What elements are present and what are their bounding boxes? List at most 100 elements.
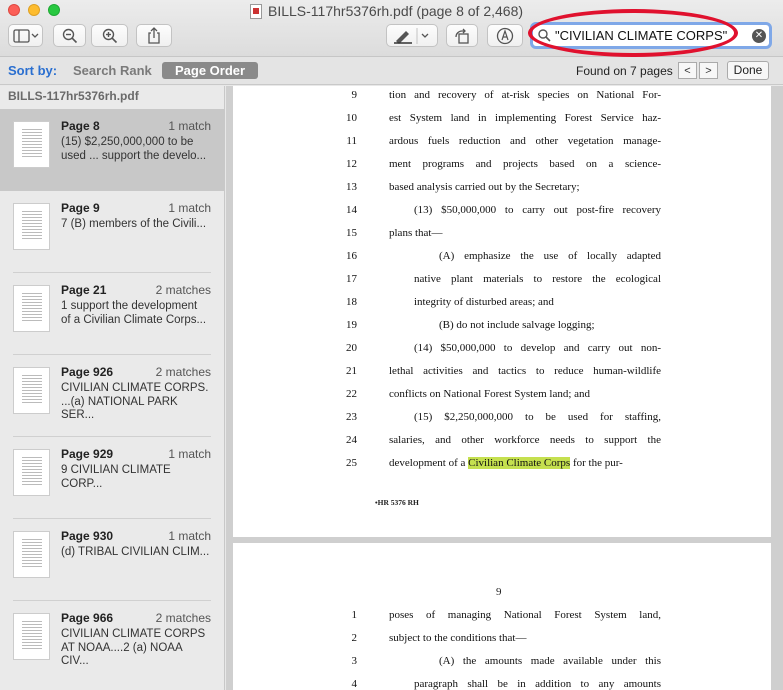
page-footer: •HR 5376 RH xyxy=(375,498,419,507)
close-window-button[interactable] xyxy=(8,4,20,16)
result-snippet: (d) TRIBAL CIVILIAN CLIM... xyxy=(61,546,211,560)
line-number: 10 xyxy=(346,112,357,124)
line-text: ardous fuels reduction and other vegetat… xyxy=(389,135,661,147)
sidebar-icon xyxy=(12,28,38,43)
line-text: poses of managing National Forest System… xyxy=(389,609,661,621)
rotate-button[interactable] xyxy=(446,24,478,47)
line-text: ment programs and projects based on a sc… xyxy=(389,158,661,170)
page-thumbnail xyxy=(13,121,50,168)
line-number: 2 xyxy=(351,632,358,644)
text-line: 16 (A) emphasize the use of locally adapt… xyxy=(233,250,771,265)
search-result[interactable]: Page 966 2 matches CIVILIAN CLIMATE CORP… xyxy=(0,601,224,683)
done-button[interactable]: Done xyxy=(727,61,769,80)
line-number: 1 xyxy=(351,609,358,621)
line-text: (A) emphasize the use of locally adapted xyxy=(439,250,661,262)
result-match-count: 2 matches xyxy=(155,365,211,379)
sort-page-order-button[interactable]: Page Order xyxy=(162,62,259,79)
previous-result-button[interactable]: < xyxy=(678,62,697,79)
line-text: development of a Civilian Climate Corps … xyxy=(389,457,661,469)
line-number: 4 xyxy=(351,678,358,690)
share-icon xyxy=(148,27,160,44)
text-line: 23 (15) $2,250,000,000 to be used for sta… xyxy=(233,411,771,426)
zoom-out-icon xyxy=(62,28,77,43)
text-line: 14 (13) $50,000,000 to carry out post-fir… xyxy=(233,204,771,219)
text-line: 17 native plant materials to restore the … xyxy=(233,273,771,288)
next-result-button[interactable]: > xyxy=(699,62,718,79)
line-text: lethal activities and tactics to reduce … xyxy=(389,365,661,377)
window-title: BILLS-117hr5376rh.pdf (page 8 of 2,468) xyxy=(268,3,524,19)
sort-by-label: Sort by: xyxy=(8,63,58,78)
line-text: native plant materials to restore the ec… xyxy=(414,273,661,285)
page-thumbnail xyxy=(13,285,50,332)
document-view[interactable]: 9 tion and recovery of at-risk species on… xyxy=(226,86,783,690)
result-snippet: CIVILIAN CLIMATE CORPS. ...(a) NATIONAL … xyxy=(61,382,211,423)
highlight-button[interactable] xyxy=(386,24,438,47)
result-navigation: < > xyxy=(678,62,718,79)
toolbar: BILLS-117hr5376rh.pdf (page 8 of 2,468) xyxy=(0,0,783,57)
line-number: 21 xyxy=(346,365,357,377)
page-thumbnail xyxy=(13,531,50,578)
sidebar-view-button[interactable] xyxy=(8,24,43,47)
result-page: Page 930 xyxy=(61,529,114,543)
search-result[interactable]: Page 930 1 match (d) TRIBAL CIVILIAN CLI… xyxy=(0,519,224,601)
share-button[interactable] xyxy=(136,24,172,47)
zoom-out-button[interactable] xyxy=(53,24,86,47)
line-text: conflicts on National Forest System land… xyxy=(389,388,591,400)
result-page: Page 929 xyxy=(61,447,114,461)
line-number: 16 xyxy=(346,250,357,262)
text-line: 10 est System land in implementing Forest… xyxy=(233,112,771,127)
search-highlight: Civilian Climate Corps xyxy=(468,457,571,469)
search-result[interactable]: Page 21 2 matches 1 support the developm… xyxy=(0,273,224,355)
line-text: (14) $50,000,000 to develop and carry ou… xyxy=(414,342,661,354)
text-line: 4 paragraph shall be in addition to any a… xyxy=(233,678,771,690)
line-text: subject to the conditions that— xyxy=(389,632,527,644)
page-thumbnail xyxy=(13,613,50,660)
line-number: 13 xyxy=(346,181,357,193)
line-text: integrity of disturbed areas; and xyxy=(414,296,554,308)
result-page: Page 8 xyxy=(61,119,100,133)
line-text: salaries, and other workforce needs to s… xyxy=(389,434,661,446)
result-snippet: CIVILIAN CLIMATE CORPS AT NOAA....2 (a) … xyxy=(61,628,211,669)
line-text-part: for the pur- xyxy=(570,457,623,469)
search-result[interactable]: Page 8 1 match (15) $2,250,000,000 to be… xyxy=(0,109,224,191)
line-number: 11 xyxy=(346,135,357,147)
markup-toolbar-button[interactable] xyxy=(487,24,523,47)
search-results-bar: Sort by: Search Rank Page Order Found on… xyxy=(0,57,783,85)
search-result[interactable]: Page 929 1 match 9 CIVILIAN CLIMATE CORP… xyxy=(0,437,224,519)
result-snippet-line: 9 CIVILIAN CLIMATE CORP... xyxy=(61,464,171,490)
line-number: 17 xyxy=(346,273,357,285)
result-match-count: 1 match xyxy=(168,119,211,133)
line-text: plans that— xyxy=(389,227,443,239)
search-input[interactable] xyxy=(555,26,750,45)
line-text: est System land in implementing Forest S… xyxy=(389,112,661,124)
zoom-in-button[interactable] xyxy=(91,24,128,47)
pen-circle-icon xyxy=(496,27,514,44)
sort-search-rank-button[interactable]: Search Rank xyxy=(66,61,159,80)
line-number: 24 xyxy=(346,434,357,446)
window-controls xyxy=(8,4,60,16)
pdf-page-8: 9 tion and recovery of at-risk species on… xyxy=(233,86,771,537)
result-snippet: 1 support the development of a Civilian … xyxy=(61,300,211,327)
sidebar-filename: BILLS-117hr5376rh.pdf xyxy=(8,89,139,103)
result-snippet: (15) $2,250,000,000 to be used ... suppo… xyxy=(61,136,211,163)
rotate-icon xyxy=(455,28,469,44)
search-result[interactable]: Page 926 2 matches CIVILIAN CLIMATE CORP… xyxy=(0,355,224,437)
zoom-window-button[interactable] xyxy=(48,4,60,16)
text-line: 15 plans that— xyxy=(233,227,771,242)
search-field[interactable]: ✕ xyxy=(530,22,772,49)
result-snippet-line: 1 support the development xyxy=(61,300,198,312)
result-snippet: 7 (B) members of the Civili... xyxy=(61,218,211,232)
minimize-window-button[interactable] xyxy=(28,4,40,16)
text-line: 3 (A) the amounts made available under th… xyxy=(233,655,771,670)
line-text: (15) $2,250,000,000 to be used for staff… xyxy=(414,411,661,423)
text-line: 9 tion and recovery of at-risk species on… xyxy=(233,89,771,104)
line-number: 22 xyxy=(346,388,357,400)
result-page: Page 9 xyxy=(61,201,100,215)
result-snippet-line: used ... support the develo... xyxy=(61,149,207,162)
line-number: 19 xyxy=(346,319,357,331)
search-result[interactable]: Page 9 1 match 7 (B) members of the Civi… xyxy=(0,191,224,273)
text-line: 19 (B) do not include salvage logging; xyxy=(233,319,771,334)
zoom-in-icon xyxy=(102,28,117,43)
clear-search-icon[interactable]: ✕ xyxy=(752,29,766,43)
result-match-count: 1 match xyxy=(168,529,211,543)
